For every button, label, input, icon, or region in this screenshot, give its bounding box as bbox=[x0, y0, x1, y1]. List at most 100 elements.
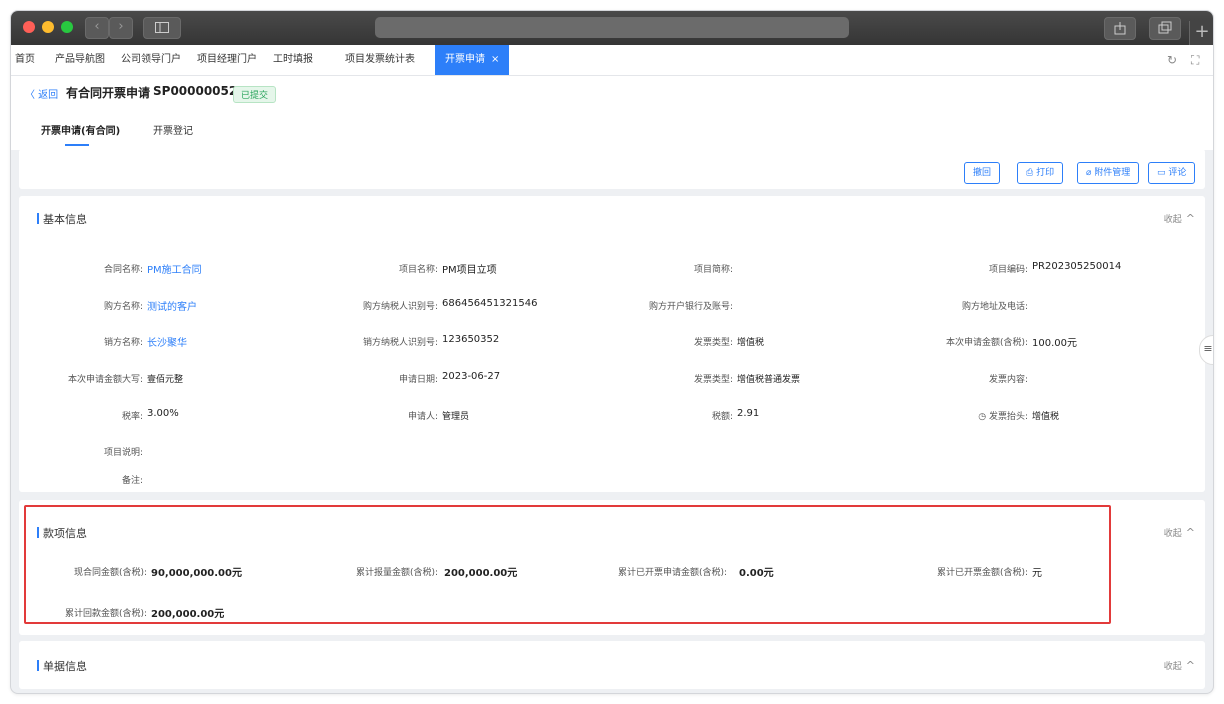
maximize-window-button[interactable] bbox=[61, 21, 73, 33]
field-label: 销方纳税人识别号: bbox=[362, 338, 438, 348]
basic-info-card: 基本信息 收起 ^ 合同名称: PM施工合同 项目名称: PM项目立项 项目简称:… bbox=[19, 196, 1205, 492]
field-label: 申请人: bbox=[407, 412, 438, 422]
new-tab-button[interactable]: + bbox=[1189, 21, 1213, 45]
field-label: 合同名称: bbox=[103, 265, 143, 275]
field-value[interactable]: 测试的客户 bbox=[147, 298, 197, 313]
address-bar[interactable] bbox=[375, 17, 849, 38]
document-number: SP00000052 bbox=[153, 84, 238, 98]
tab-pm-portal[interactable]: 项目经理门户 bbox=[197, 45, 257, 75]
attachments-button[interactable]: ⌀ 附件管理 bbox=[1077, 162, 1140, 184]
chevron-up-icon: ^ bbox=[1185, 212, 1195, 225]
payment-info-collapse[interactable]: 收起 ^ bbox=[1164, 526, 1195, 539]
tab-home[interactable]: 首页 bbox=[15, 45, 35, 75]
document-info-title: 单据信息 bbox=[43, 660, 87, 673]
sidebar-toggle-button[interactable] bbox=[143, 17, 181, 39]
field-label: 发票类型: bbox=[693, 375, 733, 385]
field-label: 项目说明: bbox=[103, 448, 143, 458]
basic-info-collapse[interactable]: 收起 ^ bbox=[1164, 212, 1195, 225]
field-label: 购方纳税人识别号: bbox=[362, 302, 438, 312]
document-info-card: 单据信息 收起 ^ bbox=[19, 641, 1205, 689]
back-nav-button[interactable]: ‹ bbox=[85, 17, 109, 39]
field-value: 增值税普通发票 bbox=[737, 375, 801, 385]
field-label: 购方开户银行及账号: bbox=[648, 302, 733, 312]
subtab-invoice-apply[interactable]: 开票申请(有合同) bbox=[41, 122, 120, 137]
document-info-collapse[interactable]: 收起 ^ bbox=[1164, 659, 1195, 672]
field-value[interactable]: PM施工合同 bbox=[147, 261, 202, 276]
field-label: 项目简称: bbox=[693, 265, 733, 275]
basic-info-title: 基本信息 bbox=[43, 213, 87, 226]
field-label: 本次申请金额大写: bbox=[67, 375, 143, 385]
share-button[interactable] bbox=[1104, 17, 1136, 40]
field-value: 增值税 bbox=[737, 338, 765, 348]
app-tab-bar: 首页 产品导航图 公司领导门户 项目经理门户 工时填报 项目发票统计表 开票申请… bbox=[11, 45, 1213, 76]
comment-icon: ▭ bbox=[1157, 168, 1169, 178]
tab-product-nav[interactable]: 产品导航图 bbox=[55, 45, 105, 75]
section-marker bbox=[37, 213, 39, 224]
highlight-box bbox=[24, 505, 1111, 624]
tab-timesheet[interactable]: 工时填报 bbox=[273, 45, 313, 75]
page-title: 有合同开票申请 bbox=[66, 86, 151, 100]
comment-label: 评论 bbox=[1168, 168, 1187, 178]
field-label: 购方地址及电话: bbox=[961, 302, 1028, 312]
chevron-up-icon: ^ bbox=[1185, 526, 1195, 539]
comment-button[interactable]: ▭ 评论 bbox=[1148, 162, 1196, 184]
sidebar-icon bbox=[155, 22, 169, 33]
field-label: 发票内容: bbox=[988, 375, 1028, 385]
tab-company-portal[interactable]: 公司领导门户 bbox=[121, 45, 181, 75]
clock-icon: ◷ bbox=[978, 412, 989, 422]
subtab-invoice-register[interactable]: 开票登记 bbox=[153, 122, 193, 137]
field-label: 本次申请金额(含税): bbox=[945, 338, 1028, 348]
tabs-overview-button[interactable] bbox=[1149, 17, 1181, 40]
field-label: 项目编码: bbox=[988, 265, 1028, 275]
action-bar: 撤回 ⎙ 打印 ⌀ 附件管理 ▭ 评论 bbox=[19, 149, 1205, 189]
browser-window: ‹ › + 首页 产品导航图 公司领导门户 项目经理门户 工时填报 项目发票统计… bbox=[10, 10, 1214, 694]
back-link[interactable]: 〈 返回 bbox=[25, 86, 58, 101]
tab-invoice-apply[interactable]: 开票申请 × bbox=[435, 45, 510, 75]
field-value: 2.91 bbox=[737, 408, 760, 419]
share-icon bbox=[1114, 22, 1126, 35]
print-label: 打印 bbox=[1036, 168, 1055, 178]
active-subtab-indicator bbox=[65, 144, 89, 146]
withdraw-button[interactable]: 撤回 bbox=[964, 162, 1001, 184]
field-value: 2023-06-27 bbox=[442, 371, 501, 382]
forward-nav-button[interactable]: › bbox=[109, 17, 133, 39]
field-label: ◷ 发票抬头: bbox=[978, 409, 1028, 422]
field-value: 686456451321546 bbox=[442, 298, 538, 309]
title-bar: ‹ › + bbox=[11, 11, 1213, 45]
field-label: 税额: bbox=[711, 412, 733, 422]
field-label: 购方名称: bbox=[103, 302, 143, 312]
menu-icon: ≡ bbox=[1203, 342, 1213, 355]
collapse-label: 收起 bbox=[1163, 662, 1182, 672]
field-value[interactable]: 长沙聚华 bbox=[147, 334, 187, 349]
refresh-icon[interactable]: ↻ bbox=[1167, 53, 1177, 67]
tab-close-icon[interactable]: × bbox=[491, 54, 499, 65]
tabs-icon bbox=[1158, 21, 1172, 34]
field-label-text: 发票抬头: bbox=[988, 412, 1028, 422]
field-value: 壹佰元整 bbox=[147, 375, 184, 385]
field-label: 备注: bbox=[121, 476, 143, 486]
close-window-button[interactable] bbox=[23, 21, 35, 33]
tab-invoice-apply-label: 开票申请 bbox=[445, 54, 485, 65]
tab-invoice-stats[interactable]: 项目发票统计表 bbox=[345, 45, 415, 75]
field-value: PM项目立项 bbox=[442, 265, 497, 276]
field-value: 管理员 bbox=[442, 412, 470, 422]
fullscreen-icon[interactable]: ⛶ bbox=[1191, 53, 1199, 68]
collapse-label: 收起 bbox=[1163, 215, 1182, 225]
minimize-window-button[interactable] bbox=[42, 21, 54, 33]
field-label: 销方名称: bbox=[103, 338, 143, 348]
field-label: 税率: bbox=[121, 412, 143, 422]
attachments-label: 附件管理 bbox=[1094, 168, 1131, 178]
page-header: 〈 返回 有合同开票申请 SP00000052 已提交 开票申请(有合同) 开票… bbox=[11, 76, 1213, 150]
section-marker bbox=[37, 660, 39, 671]
field-label: 申请日期: bbox=[398, 375, 438, 385]
chevron-up-icon: ^ bbox=[1185, 659, 1195, 672]
field-value: 123650352 bbox=[442, 334, 500, 345]
field-value: 100.00元 bbox=[1032, 338, 1077, 349]
status-badge: 已提交 bbox=[233, 86, 277, 103]
field-value: PR202305250014 bbox=[1032, 261, 1122, 272]
field-label: 发票类型: bbox=[693, 338, 733, 348]
print-button[interactable]: ⎙ 打印 bbox=[1017, 162, 1064, 184]
field-value: 增值税 bbox=[1032, 412, 1060, 422]
field-value: 3.00% bbox=[147, 408, 179, 419]
field-label: 项目名称: bbox=[398, 265, 438, 275]
